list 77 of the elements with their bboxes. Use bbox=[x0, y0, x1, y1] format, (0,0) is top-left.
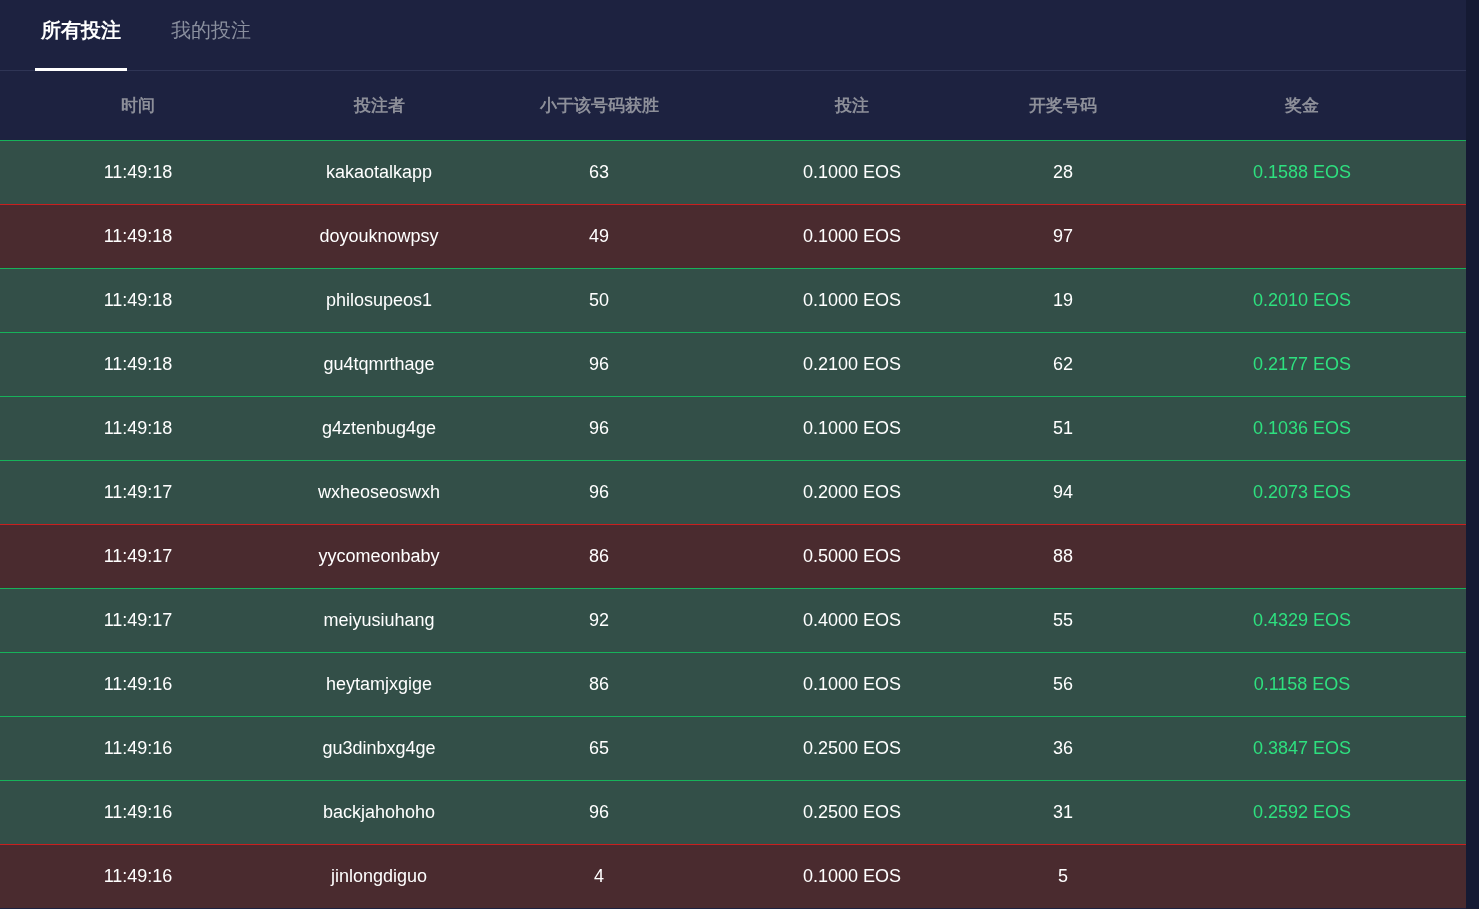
column-header: 小于该号码获胜 bbox=[539, 94, 659, 117]
table-cell-text: g4ztenbug4ge bbox=[321, 417, 437, 440]
table-cell-text: 97 bbox=[1053, 225, 1073, 248]
table-cell-text: 0.2500 EOS bbox=[802, 737, 902, 760]
table-cell-text: 0.1000 EOS bbox=[802, 225, 902, 248]
column-header: 投注者 bbox=[353, 94, 405, 117]
table-cell-text: jinlongdiguo bbox=[330, 865, 428, 888]
table-cell-text: 96 bbox=[589, 801, 609, 824]
column-header: 投注 bbox=[835, 94, 869, 117]
table-cell-text: 65 bbox=[589, 737, 609, 760]
table-cell-text: 96 bbox=[589, 417, 609, 440]
table-cell-text: 19 bbox=[1053, 289, 1073, 312]
table-cell-text: 28 bbox=[1053, 161, 1073, 184]
table-cell-text: 11:49:18 bbox=[103, 417, 173, 440]
column-header: 开奖号码 bbox=[1029, 94, 1097, 117]
table-cell-text: kakaotalkapp bbox=[325, 161, 433, 184]
table-cell-text: yycomeonbaby bbox=[318, 545, 440, 568]
table-cell-text: wxheoseoswxh bbox=[317, 481, 441, 504]
table-cell-text: 56 bbox=[1053, 673, 1073, 696]
table-cell-text: 62 bbox=[1053, 353, 1073, 376]
table-cell-text: 0.4000 EOS bbox=[802, 609, 902, 632]
table-cell-text: 0.1158 EOS bbox=[1253, 673, 1351, 696]
table-cell-text: 11:49:18 bbox=[103, 225, 173, 248]
table-cell-text: 96 bbox=[589, 481, 609, 504]
table-cell-text: 31 bbox=[1053, 801, 1073, 824]
column-header: 时间 bbox=[121, 94, 155, 117]
column-header: 奖金 bbox=[1285, 94, 1319, 117]
table-cell-text: 5 bbox=[1058, 865, 1068, 888]
table-cell-text: 49 bbox=[589, 225, 609, 248]
table-cell-text: 11:49:17 bbox=[103, 481, 173, 504]
table-cell-text: 94 bbox=[1053, 481, 1073, 504]
table-cell-text: 11:49:18 bbox=[103, 353, 173, 376]
table-cell-text: 51 bbox=[1053, 417, 1073, 440]
table-cell-text: 4 bbox=[594, 865, 604, 888]
table-cell-text: doyouknowpsy bbox=[319, 225, 439, 248]
table-cell-text: 0.2500 EOS bbox=[802, 801, 902, 824]
table-cell-text: 0.2000 EOS bbox=[802, 481, 902, 504]
table-cell-text: 96 bbox=[589, 353, 609, 376]
table-cell-text: 0.2177 EOS bbox=[1252, 353, 1352, 376]
table-cell-text: 0.2100 EOS bbox=[802, 353, 902, 376]
table-cell-text: 11:49:17 bbox=[103, 545, 173, 568]
table-cell-text: 0.1000 EOS bbox=[802, 673, 902, 696]
table-cell-text: 0.5000 EOS bbox=[802, 545, 902, 568]
table-cell-text: 11:49:16 bbox=[103, 673, 173, 696]
table-cell-text: 86 bbox=[589, 545, 609, 568]
table-cell-text: 50 bbox=[589, 289, 609, 312]
table-cell-text: 0.2010 EOS bbox=[1252, 289, 1352, 312]
table-cell-text: 88 bbox=[1053, 545, 1073, 568]
table-cell-text: 55 bbox=[1053, 609, 1073, 632]
table-cell-text: 0.1000 EOS bbox=[802, 289, 902, 312]
table-cell-text: 11:49:16 bbox=[103, 737, 173, 760]
table-cell-text: 63 bbox=[589, 161, 609, 184]
table-cell-text: 0.1036 EOS bbox=[1252, 417, 1352, 440]
table-cell-text: gu4tqmrthage bbox=[323, 353, 435, 376]
table-cell-text: 0.2592 EOS bbox=[1252, 801, 1352, 824]
table-cell-text: 0.1000 EOS bbox=[802, 865, 902, 888]
table-cell-text: 0.4329 EOS bbox=[1252, 609, 1352, 632]
table-cell-text: 11:49:17 bbox=[103, 609, 173, 632]
table-cell-text: 0.1000 EOS bbox=[802, 161, 902, 184]
table-cell-text: meiyusiuhang bbox=[323, 609, 435, 632]
table-cell-text: 11:49:16 bbox=[103, 801, 173, 824]
tab[interactable]: 所有投注 bbox=[35, 0, 127, 71]
table-cell-text: 36 bbox=[1053, 737, 1073, 760]
table-cell-text: 0.2073 EOS bbox=[1252, 481, 1352, 504]
table-cell-text: philosupeos1 bbox=[325, 289, 433, 312]
table-cell-text: 86 bbox=[589, 673, 609, 696]
table-cell-text: 0.3847 EOS bbox=[1252, 737, 1352, 760]
table-cell-text: 92 bbox=[589, 609, 609, 632]
tab[interactable]: 我的投注 bbox=[165, 0, 257, 71]
table-cell-text: backjahohoho bbox=[322, 801, 436, 824]
table-cell-text: gu3dinbxg4ge bbox=[322, 737, 436, 760]
table-cell-text: 11:49:18 bbox=[103, 161, 173, 184]
table-cell-text: 0.1588 EOS bbox=[1252, 161, 1352, 184]
table-cell-text: heytamjxgige bbox=[325, 673, 433, 696]
table-cell-text: 11:49:18 bbox=[103, 289, 173, 312]
table-cell-text: 0.1000 EOS bbox=[802, 417, 902, 440]
table-cell-text: 11:49:16 bbox=[103, 865, 173, 888]
